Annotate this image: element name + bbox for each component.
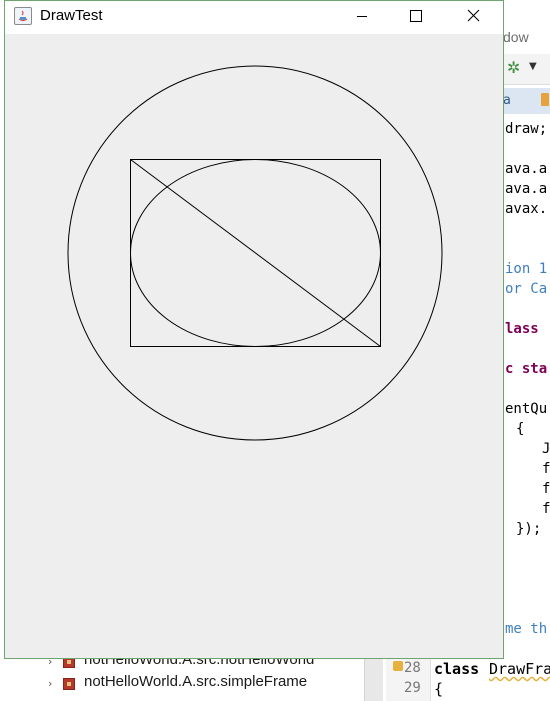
code-line: });	[516, 521, 542, 537]
drawing-canvas	[67, 65, 443, 441]
maximize-icon	[410, 10, 422, 22]
code-line: J	[542, 441, 550, 457]
java-file-icon	[541, 93, 549, 106]
window-titlebar[interactable]: DrawTest	[5, 1, 503, 33]
code-line: ion 1	[505, 261, 548, 277]
code-line: avax.	[505, 201, 548, 217]
code-line: f	[542, 481, 550, 497]
diagonal-line	[130, 159, 381, 347]
editor-tab-bar: a	[497, 88, 550, 115]
code-line: c sta	[505, 361, 548, 377]
debug-gear-icon[interactable]: ✲	[507, 58, 520, 77]
line-number: 29	[404, 680, 421, 696]
tree-item-package[interactable]: notHelloWorld.A.src.simpleFrame	[84, 673, 307, 690]
code-line: draw;	[505, 121, 548, 137]
code-editor[interactable]: draw; ava.a ava.a avax. ion 1 or Ca lass c sta e…	[497, 114, 550, 644]
java-app-icon[interactable]	[14, 7, 32, 25]
minimize-button[interactable]	[339, 1, 385, 32]
line-number: 28	[404, 660, 421, 676]
drawing-panel	[5, 34, 503, 658]
code-class-name: DrawFra	[489, 660, 550, 678]
code-line: ava.a	[505, 181, 548, 197]
warning-icon[interactable]	[393, 661, 403, 671]
package-icon	[63, 678, 75, 690]
maximize-button[interactable]	[391, 1, 437, 32]
close-button[interactable]	[449, 1, 495, 32]
chevron-down-icon[interactable]: ▼	[529, 61, 537, 72]
code-line: or Ca	[505, 281, 548, 297]
code-line: lass	[505, 321, 539, 337]
drawtest-window: DrawTest	[4, 0, 504, 659]
code-keyword: class	[434, 660, 480, 678]
minimize-icon	[357, 16, 367, 17]
expand-chevron-icon[interactable]: ›	[48, 677, 52, 690]
code-line: {	[516, 421, 525, 437]
code-line: entQu	[505, 401, 548, 417]
close-icon	[467, 9, 480, 22]
code-line: me th	[505, 621, 548, 637]
code-line: f	[542, 461, 550, 477]
editor-tab-label[interactable]: a	[503, 93, 511, 108]
code-brace: {	[434, 680, 444, 698]
menu-item-window[interactable]: dow	[503, 29, 529, 45]
ide-toolbar: ✲ ▼	[497, 54, 550, 85]
code-line: ava.a	[505, 161, 548, 177]
code-line: f	[542, 501, 550, 517]
window-title: DrawTest	[40, 7, 103, 24]
